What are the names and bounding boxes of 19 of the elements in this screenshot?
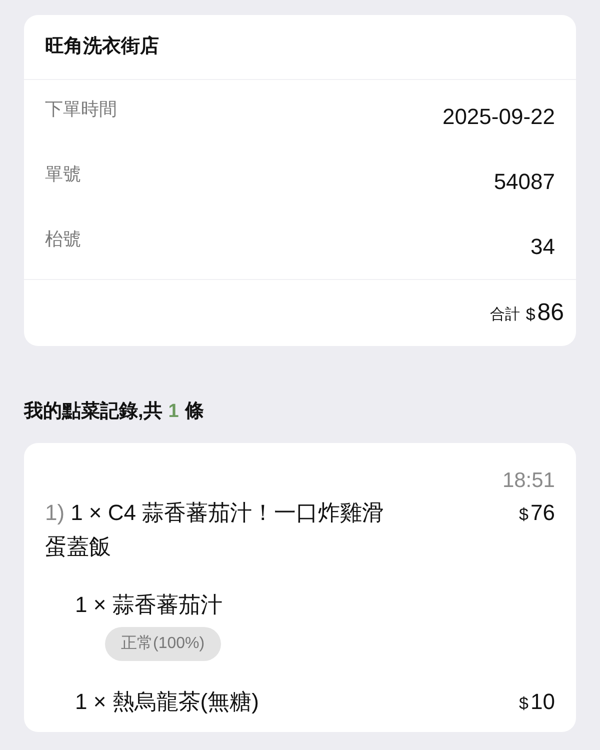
item-price: $76	[519, 499, 555, 527]
detail-value: 54087	[494, 168, 555, 196]
option-name: 1 × 蒜香蕃茄汁	[75, 591, 222, 619]
order-time: 18:51	[502, 468, 555, 494]
total-label: 合計	[490, 304, 520, 325]
total-amount: $86	[526, 298, 564, 328]
item-name: 1) 1 × C4 蒜香蕃茄汁！一口炸雞滑蛋蓋飯	[45, 499, 386, 561]
order-count: 1	[168, 400, 179, 424]
option-tag: 正常(100%)	[105, 627, 221, 661]
detail-label: 單號	[45, 163, 81, 186]
store-name: 旺角洗衣街店	[45, 34, 159, 59]
option-price: $10	[519, 688, 555, 716]
detail-label: 枱號	[45, 228, 81, 251]
detail-label: 下單時間	[45, 98, 117, 121]
detail-value: 34	[530, 233, 555, 261]
section-title-suffix: 條	[184, 400, 204, 424]
option-name: 1 × 熱烏龍茶(無糖)	[75, 688, 259, 716]
section-title: 我的點菜記錄,共	[24, 400, 162, 424]
detail-value: 2025-09-22	[442, 103, 555, 131]
